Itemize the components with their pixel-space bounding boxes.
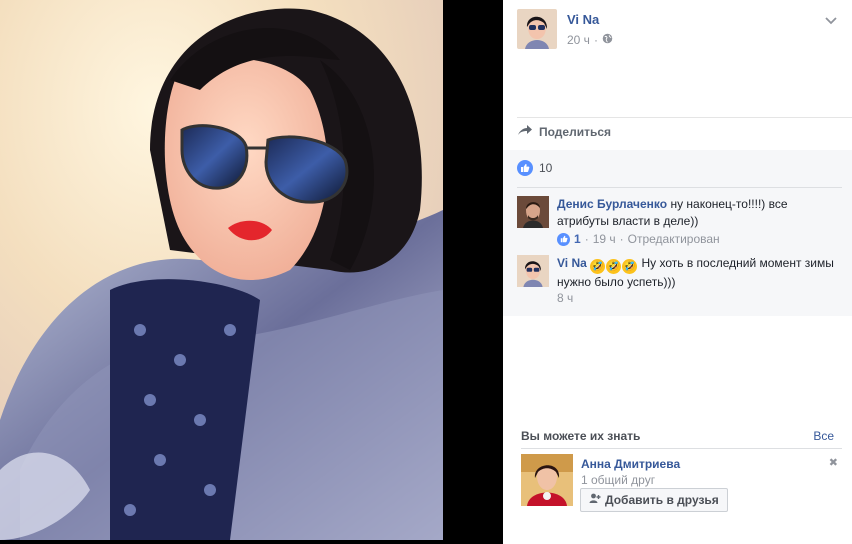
like-icon <box>557 232 570 246</box>
like-summary[interactable]: 10 <box>517 160 552 176</box>
comment-like-count[interactable]: 1 <box>574 232 581 246</box>
divider <box>517 187 842 188</box>
divider <box>521 448 842 449</box>
suggested-friend-avatar[interactable] <box>521 454 573 506</box>
add-friend-label: Добавить в друзья <box>605 493 719 507</box>
rofl-emoji-icon: 🤣 <box>622 259 638 274</box>
comment-meta: 8 ч <box>557 291 573 305</box>
globe-icon[interactable] <box>602 33 613 47</box>
see-all-link[interactable]: Все <box>813 429 834 443</box>
post-timestamp[interactable]: 20 ч <box>567 33 590 47</box>
share-label: Поделиться <box>539 124 612 139</box>
like-icon <box>517 160 533 176</box>
divider <box>517 117 852 118</box>
chevron-down-icon[interactable] <box>824 13 838 27</box>
suggested-friend-name[interactable]: Анна Дмитриева <box>581 457 680 471</box>
commenter-avatar[interactable] <box>517 196 549 228</box>
rofl-emoji-icon: 🤣 <box>590 259 606 274</box>
post-meta: 20 ч · <box>567 33 613 47</box>
share-button[interactable]: Поделиться <box>517 124 611 139</box>
comment: Vi Na 🤣 🤣 🤣 Ну хоть в последний момент зим… <box>517 255 842 307</box>
comment-timestamp[interactable]: 8 ч <box>557 291 573 305</box>
share-arrow-icon <box>517 124 533 139</box>
close-icon[interactable]: ✖ <box>829 456 838 469</box>
comment-author[interactable]: Денис Бурлаченко <box>557 197 667 211</box>
commenter-avatar[interactable] <box>517 255 549 287</box>
post-header: Vi Na 20 ч · <box>517 9 842 53</box>
author-avatar[interactable] <box>517 9 557 49</box>
like-count: 10 <box>539 161 553 175</box>
portrait-illustration <box>0 0 443 540</box>
post-photo[interactable] <box>0 0 443 540</box>
post-side-panel: Vi Na 20 ч · Поделиться 10 Денис Бурлаче… <box>503 0 852 544</box>
comment-body: Денис Бурлаченко ну наконец-то!!!!) все … <box>557 196 842 230</box>
reactions-and-comments: 10 Денис Бурлаченко ну наконец-то!!!!) в… <box>503 150 852 316</box>
post-author-name[interactable]: Vi Na <box>567 12 599 27</box>
comment-author[interactable]: Vi Na <box>557 256 587 270</box>
add-friend-button[interactable]: Добавить в друзья <box>580 488 728 512</box>
photo-viewer <box>0 0 500 544</box>
add-friend-icon <box>589 493 601 507</box>
rofl-emoji-icon: 🤣 <box>606 259 622 274</box>
comment-meta: 1 · 19 ч · Отредактирован <box>557 232 720 246</box>
comment-edited-label[interactable]: Отредактирован <box>628 232 720 246</box>
comment-timestamp[interactable]: 19 ч <box>593 232 616 246</box>
pymk-title: Вы можете их знать <box>521 429 641 443</box>
mutual-friends-count[interactable]: 1 общий друг <box>581 473 655 487</box>
comment-body: Vi Na 🤣 🤣 🤣 Ну хоть в последний момент зим… <box>557 255 842 291</box>
comment: Денис Бурлаченко ну наконец-то!!!!) все … <box>517 196 842 248</box>
